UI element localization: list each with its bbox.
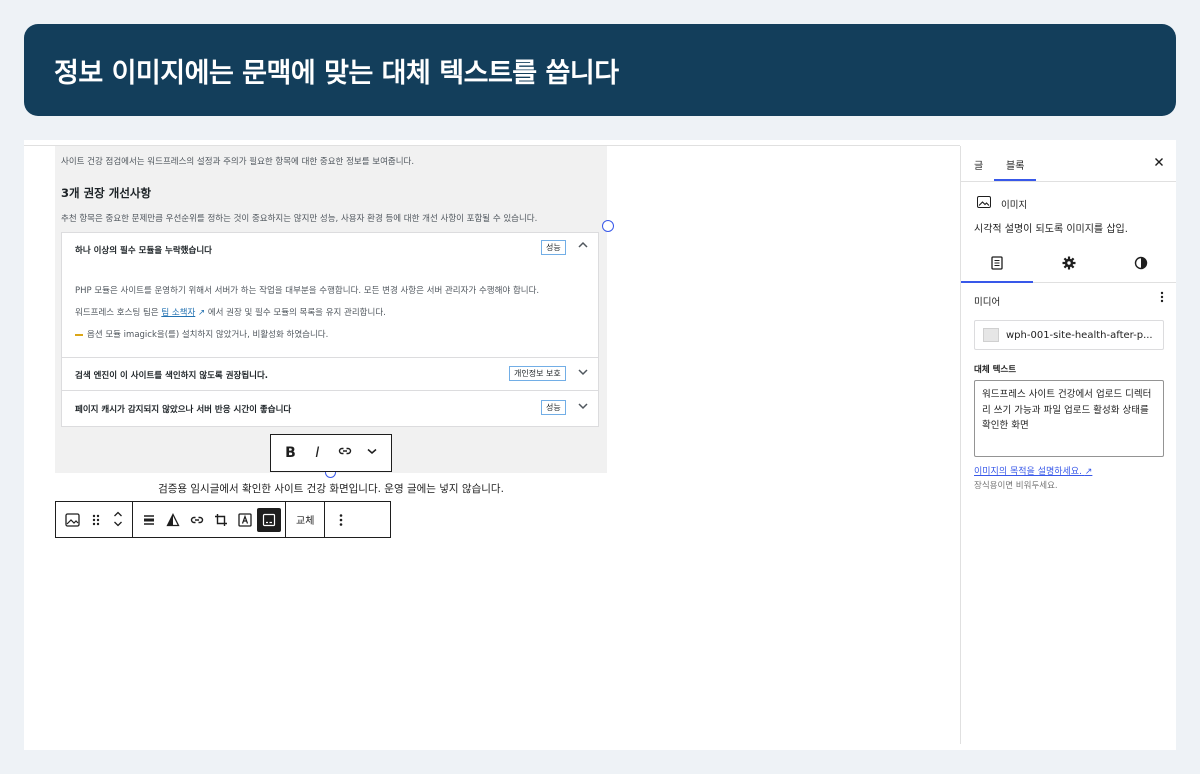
help-link-text: 이미지의 목적을 설명하세요. bbox=[974, 467, 1082, 477]
alt-text-label: 대체 텍스트 bbox=[974, 365, 1017, 375]
block-name: 이미지 bbox=[1001, 200, 1028, 211]
status-badge: 개인정보 보호 bbox=[509, 366, 566, 381]
toolbar-group-options bbox=[325, 502, 357, 537]
tab-block[interactable]: 블록 bbox=[1006, 157, 1024, 172]
accordion-body-line: 옵션 모듈 imagick을(를) 설치하지 않았거나, 비활성화 하였습니다. bbox=[75, 328, 328, 340]
active-tab-indicator bbox=[961, 281, 1033, 283]
alt-text-field[interactable]: 워드프레스 사이트 건강에서 업로드 디렉터리 쓰기 가능과 파일 업로드 활성… bbox=[974, 380, 1164, 457]
chevron-down-icon bbox=[577, 400, 589, 415]
alt-text-help-link[interactable]: 이미지의 목적을 설명하세요. ↗ bbox=[974, 464, 1092, 477]
sidebar-tabs: 글 블록 bbox=[961, 146, 1176, 182]
accordion-item: 하나 이상의 필수 모듈을 누락했습니다 성능 PHP 모듈은 사이트를 운영하… bbox=[62, 233, 598, 358]
image-icon[interactable] bbox=[60, 508, 84, 532]
settings-icon[interactable] bbox=[987, 256, 1007, 274]
image-icon bbox=[977, 196, 991, 208]
block-mover bbox=[108, 510, 128, 530]
status-badge: 성능 bbox=[541, 400, 566, 415]
chevron-up-icon bbox=[577, 239, 589, 254]
caption-icon[interactable] bbox=[257, 507, 281, 532]
align-icon[interactable] bbox=[137, 508, 161, 532]
replace-button[interactable]: 교체 bbox=[290, 512, 320, 527]
close-icon[interactable] bbox=[1154, 155, 1164, 171]
text-overlay-icon[interactable] bbox=[233, 508, 257, 532]
settings-sidebar: 글 블록 이미지 시각적 설명이 되도록 이미지를 삽입. 미디어 wph-00… bbox=[960, 146, 1176, 744]
warning-dash-icon bbox=[75, 333, 83, 336]
toolbar-group-tools bbox=[133, 502, 286, 537]
external-link-icon: ↗ bbox=[198, 308, 206, 318]
site-health-desc: 추천 항목은 중요한 문제만큼 우선순위를 정하는 것이 중요하지는 않지만 성… bbox=[61, 214, 538, 224]
handbook-link: 팀 소책자 bbox=[161, 308, 196, 318]
italic-button[interactable]: I bbox=[306, 445, 330, 461]
block-inspector-tabs bbox=[961, 247, 1176, 283]
chevron-down-icon[interactable] bbox=[113, 520, 123, 530]
tab-post[interactable]: 글 bbox=[974, 157, 983, 172]
media-panel-title: 미디어 bbox=[974, 297, 1001, 308]
toolbar-group-block bbox=[56, 502, 133, 537]
toolbar-group-replace: 교체 bbox=[286, 502, 326, 537]
accordion-item: 페이지 캐시가 감지되지 않았으나 서버 반응 시간이 좋습니다 성능 bbox=[62, 391, 598, 427]
chevron-down-icon bbox=[577, 366, 589, 381]
media-file-name: wph-001-site-health-after-p... bbox=[1006, 329, 1153, 341]
body-text: 에서 권장 및 필수 모듈의 목록을 유지 관리합니다. bbox=[207, 308, 386, 318]
block-description: 시각적 설명이 되도록 이미지를 삽입. bbox=[974, 224, 1128, 235]
accordion-item: 검색 엔진이 이 사이트를 색인하지 않도록 권장됩니다. 개인정보 보호 bbox=[62, 358, 598, 391]
link-icon[interactable] bbox=[333, 443, 357, 463]
accordion-body-line: 워드프레스 호스팅 팀은 팀 소책자 ↗ 에서 권장 및 필수 모듈의 목록을 … bbox=[75, 306, 386, 318]
status-badge: 성능 bbox=[541, 240, 566, 255]
image-caption[interactable]: 검증용 임시글에서 확인한 사이트 건강 화면입니다. 운영 글에는 넣지 않습… bbox=[55, 481, 607, 496]
image-block[interactable]: 사이트 건강 점검에서는 워드프레스의 설정과 주의가 필요한 항목에 대한 중… bbox=[55, 146, 607, 473]
chevron-down-icon[interactable] bbox=[360, 445, 384, 461]
crop-icon[interactable] bbox=[209, 508, 233, 532]
caption-format-toolbar: B I bbox=[270, 434, 392, 472]
editor-frame: 사이트 건강 점검에서는 워드프레스의 설정과 주의가 필요한 항목에 대한 중… bbox=[24, 140, 1176, 750]
more-vertical-icon[interactable] bbox=[329, 508, 353, 532]
accordion-item-title: 하나 이상의 필수 모듈을 누락했습니다 bbox=[75, 246, 212, 256]
accordion-item-title: 검색 엔진이 이 사이트를 색인하지 않도록 권장됩니다. bbox=[75, 371, 269, 381]
resize-handle-right[interactable] bbox=[602, 220, 614, 232]
banner-title: 정보 이미지에는 문맥에 맞는 대체 텍스트를 씁니다 bbox=[54, 57, 619, 89]
accordion-body-line: PHP 모듈은 사이트를 운영하기 위해서 서버가 하는 작업을 대부분을 수행… bbox=[75, 286, 540, 296]
duotone-icon[interactable] bbox=[161, 508, 185, 532]
styles-icon[interactable] bbox=[1131, 256, 1151, 274]
link-icon[interactable] bbox=[185, 508, 209, 532]
chevron-up-icon[interactable] bbox=[113, 510, 123, 520]
alt-text-help-note: 장식용이면 비워두세요. bbox=[974, 481, 1058, 491]
accordion-item-title: 페이지 캐시가 감지되지 않았으나 서버 반응 시간이 좋습니다 bbox=[75, 405, 292, 415]
media-file-button[interactable]: wph-001-site-health-after-p... bbox=[974, 320, 1164, 350]
banner: 정보 이미지에는 문맥에 맞는 대체 텍스트를 씁니다 bbox=[24, 24, 1176, 116]
bold-button[interactable]: B bbox=[279, 445, 303, 461]
body-text: 워드프레스 호스팅 팀은 bbox=[75, 308, 159, 318]
site-health-intro: 사이트 건강 점검에서는 워드프레스의 설정과 주의가 필요한 항목에 대한 중… bbox=[61, 157, 415, 167]
external-link-icon: ↗ bbox=[1084, 467, 1093, 477]
body-text: 옵션 모듈 imagick을(를) 설치하지 않았거나, 비활성화 하였습니다. bbox=[87, 330, 329, 340]
more-vertical-icon[interactable] bbox=[1160, 291, 1164, 306]
drag-handle-icon[interactable] bbox=[84, 508, 108, 532]
site-health-heading: 3개 권장 개선사항 bbox=[61, 186, 152, 200]
gear-icon[interactable] bbox=[1059, 256, 1079, 274]
active-tab-indicator bbox=[994, 179, 1036, 181]
block-toolbar: 교체 bbox=[55, 501, 391, 538]
media-thumbnail bbox=[983, 328, 999, 342]
recommendations-accordion: 하나 이상의 필수 모듈을 누락했습니다 성능 PHP 모듈은 사이트를 운영하… bbox=[61, 232, 599, 427]
